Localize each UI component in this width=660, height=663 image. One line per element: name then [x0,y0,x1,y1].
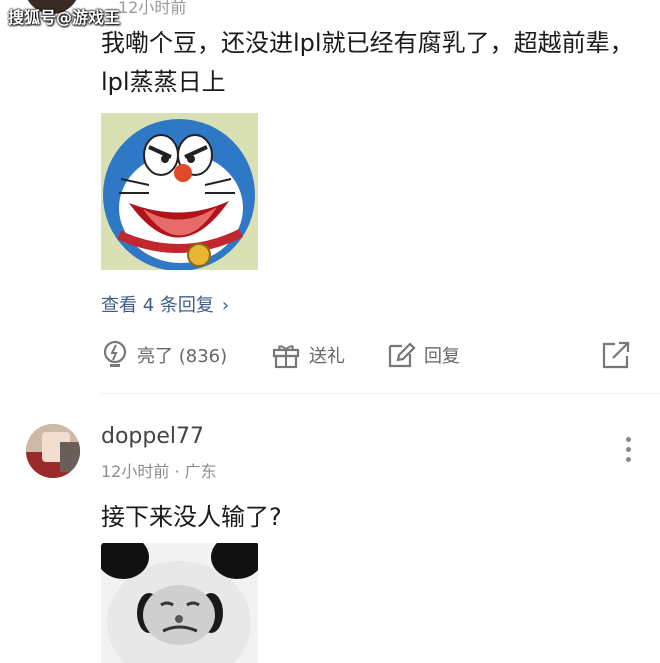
chevron-right-icon: › [221,295,230,316]
gift-icon [272,345,300,369]
username[interactable]: doppel77 [101,424,204,449]
view-replies-label: 查看 4 条回复 [101,295,214,316]
comment-time: 12小时前 [118,0,187,17]
view-replies-link[interactable]: 查看 4 条回复 › [101,291,229,317]
like-button[interactable]: 亮了 (836) [101,336,227,374]
reply-label: 回复 [424,346,460,367]
comment-image-doraemon[interactable] [101,113,258,270]
comment-text: 我嘞个豆，还没进lpl就已经有腐乳了，超越前辈，lpl蒸蒸日上 [101,29,634,96]
comment-divider [101,393,660,394]
comment-meta: 12小时前 · 广东 [101,462,217,481]
like-label: 亮了 (836) [137,346,228,367]
comment-action-bar: 亮了 (836) 送礼 回复 [101,336,641,374]
more-options-icon[interactable] [616,432,640,468]
doraemon-sticker [101,113,258,270]
gift-label: 送礼 [309,346,345,367]
watermark: 搜狐号@游戏王 [8,8,121,27]
lightbulb-icon [103,340,127,367]
share-button[interactable] [601,336,639,374]
comment-text: 接下来没人输了? [101,503,282,531]
gift-button[interactable]: 送礼 [271,336,345,374]
avatar[interactable] [26,424,80,478]
reply-button[interactable]: 回复 [386,336,460,374]
panda-meme-sticker [101,543,258,663]
share-icon [602,341,630,369]
user-avatar-image [26,424,80,478]
comment-image-panda[interactable] [101,543,258,663]
edit-icon [388,342,416,368]
